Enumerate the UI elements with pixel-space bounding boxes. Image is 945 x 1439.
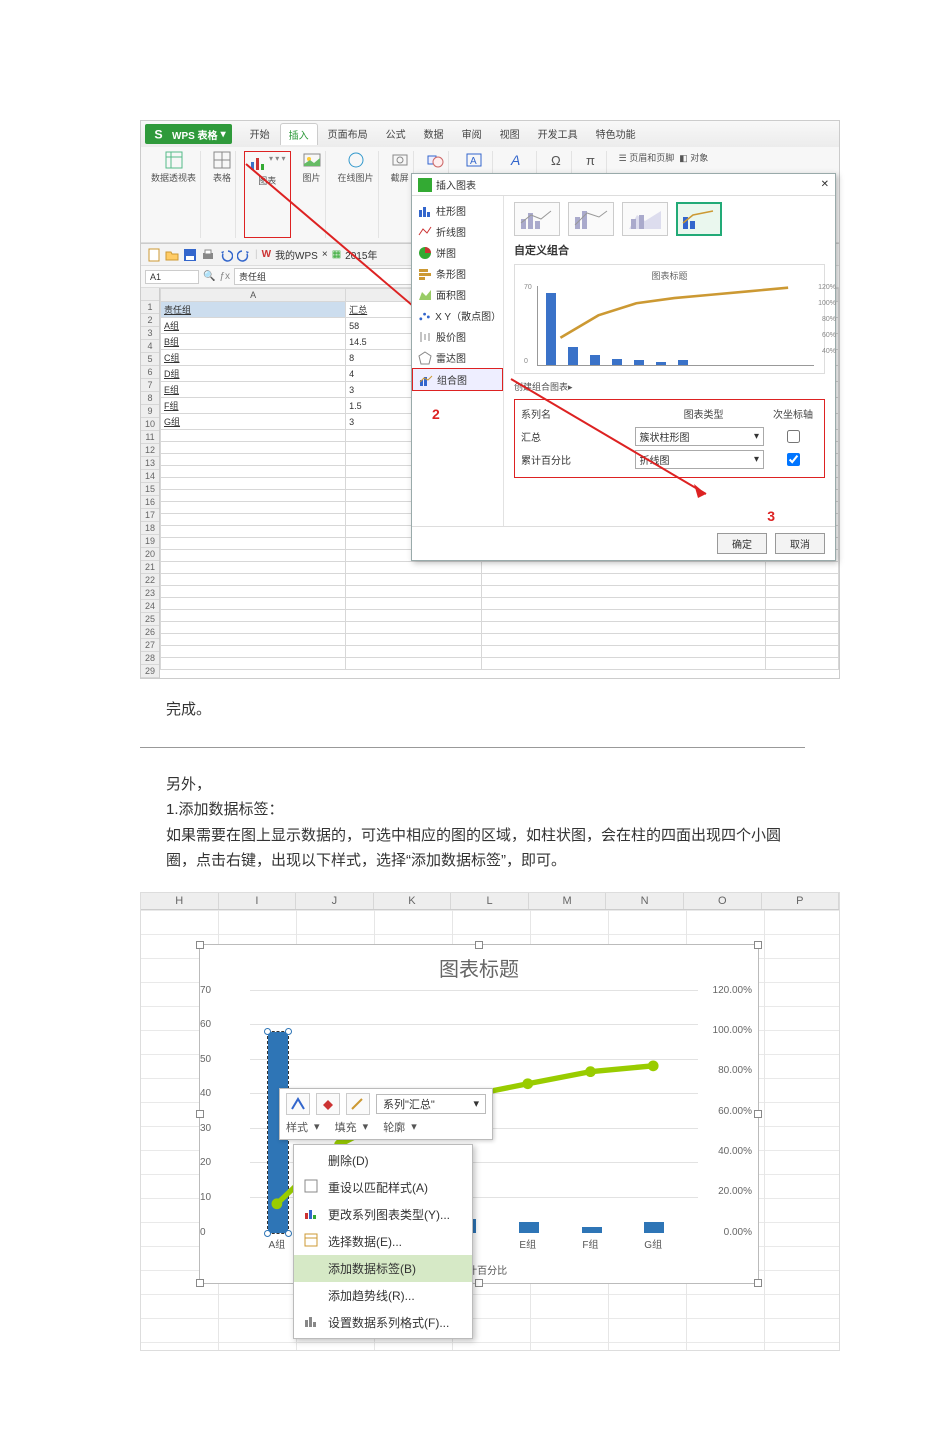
context-menu: 删除(D) 重设以匹配样式(A) 更改系列图表类型(Y)... 选择数据(E).…: [293, 1144, 473, 1339]
group-chart[interactable]: ▾ ▾ ▾ 图表: [244, 151, 291, 238]
annotation-2: 2: [432, 406, 440, 422]
series-select[interactable]: 系列"汇总"▾: [376, 1094, 486, 1114]
series2-type-select[interactable]: 折线图▾: [635, 450, 764, 469]
text-p1: 另外，: [166, 772, 805, 798]
ct-bar[interactable]: 条形图: [412, 263, 503, 284]
tab-special[interactable]: 特色功能: [588, 123, 644, 145]
ribbon-tabs: 开始 插入 页面布局 公式 数据 审阅 视图 开发工具 特色功能: [236, 123, 650, 145]
screenshot-wps-ribbon: S WPS 表格 ▾ 开始 插入 页面布局 公式 数据 审阅 视图 开发工具 特…: [140, 120, 840, 679]
chart-preview: 图表标题 120% 100% 80% 60% 40: [514, 264, 825, 374]
tab-layout[interactable]: 页面布局: [320, 123, 376, 145]
ct-scatter[interactable]: X Y（散点图）: [412, 305, 503, 326]
dialog-icon: [418, 178, 432, 192]
cfg-row-1: 汇总 簇状柱形图▾: [521, 425, 818, 448]
doc-tab-1[interactable]: 我的WPS: [275, 247, 318, 262]
annotation-3: 3: [767, 508, 775, 524]
fx-icon[interactable]: ƒx: [219, 271, 230, 282]
ok-button[interactable]: 确定: [717, 533, 767, 554]
tab-review[interactable]: 审阅: [454, 123, 490, 145]
outline-button[interactable]: [346, 1093, 370, 1115]
app-badge: S WPS 表格 ▾: [145, 124, 232, 144]
ct-stock[interactable]: 股价图: [412, 326, 503, 347]
svg-text:π: π: [586, 153, 595, 168]
redo-icon[interactable]: [237, 248, 251, 262]
group-pivot[interactable]: 数据透视表: [147, 151, 201, 238]
tab-formula[interactable]: 公式: [378, 123, 414, 145]
save-icon[interactable]: [183, 248, 197, 262]
group-screenshot[interactable]: 截屏: [387, 151, 414, 238]
ct-area[interactable]: 面积图: [412, 284, 503, 305]
group-table[interactable]: 表格: [209, 151, 236, 238]
fill-button[interactable]: [316, 1093, 340, 1115]
dialog-title: 插入图表: [436, 177, 476, 192]
ct-line[interactable]: 折线图: [412, 221, 503, 242]
ctx-change-type[interactable]: 更改系列图表类型(Y)...: [294, 1201, 472, 1228]
svg-text:A: A: [470, 156, 477, 167]
ctx-add-trendline[interactable]: 添加趋势线(R)...: [294, 1282, 472, 1309]
ct-combo[interactable]: 组合图: [412, 368, 503, 391]
search-icon[interactable]: 🔍: [203, 271, 215, 282]
series2-secondary-checkbox[interactable]: [787, 453, 800, 466]
series1-secondary-checkbox[interactable]: [787, 430, 800, 443]
ctx-add-data-label[interactable]: 添加数据标签(B): [294, 1255, 472, 1282]
separator: [140, 747, 805, 748]
bar-chart-icon: [249, 154, 267, 172]
group-online-pic[interactable]: 在线图片: [334, 151, 379, 238]
row-headers: 1234567891011121314151617181920212223242…: [141, 288, 160, 678]
y-axis-secondary: 0.00% 20.00% 40.00% 60.00% 80.00% 100.00…: [700, 991, 758, 1233]
svg-text:A: A: [510, 152, 520, 168]
doc-tab-2[interactable]: 2015年: [345, 247, 377, 262]
tab-data[interactable]: 数据: [416, 123, 452, 145]
chart-subtype-row: [514, 202, 825, 236]
ctx-reset[interactable]: 重设以匹配样式(A): [294, 1174, 472, 1201]
ct-pie[interactable]: 饼图: [412, 242, 503, 263]
ctx-select-data[interactable]: 选择数据(E)...: [294, 1228, 472, 1255]
subtype-2[interactable]: [568, 202, 614, 236]
text-done: 完成。: [166, 697, 805, 723]
tab-insert[interactable]: 插入: [280, 123, 318, 145]
ct-column[interactable]: 柱形图: [412, 200, 503, 221]
text-p2: 1.添加数据标签：: [166, 797, 805, 823]
mini-toolbar: 系列"汇总"▾ 样式▾ 填充▾ 轮廓▾: [279, 1088, 493, 1140]
chart-type-list: 柱形图 折线图 饼图 条形图 面积图 X Y（散点图） 股价图 雷达图 组合图: [412, 196, 504, 526]
close-icon[interactable]: ✕: [821, 179, 829, 190]
tab-dev[interactable]: 开发工具: [530, 123, 586, 145]
svg-text:Ω: Ω: [551, 153, 561, 168]
print-icon[interactable]: [201, 248, 215, 262]
tab-home[interactable]: 开始: [242, 123, 278, 145]
subtype-3[interactable]: [622, 202, 668, 236]
subtype-custom[interactable]: [676, 202, 722, 236]
y-axis-primary: 0 10 20 30 40 50 60 70: [200, 991, 248, 1233]
ct-radar[interactable]: 雷达图: [412, 347, 503, 368]
subtype-1[interactable]: [514, 202, 560, 236]
cancel-button[interactable]: 取消: [775, 533, 825, 554]
subtype-title: 自定义组合: [514, 242, 825, 258]
tab-view[interactable]: 视图: [492, 123, 528, 145]
style-button[interactable]: [286, 1093, 310, 1115]
chart-title[interactable]: 图表标题: [200, 945, 758, 984]
ctx-format-series[interactable]: 设置数据系列格式(F)...: [294, 1309, 472, 1336]
text-p3: 如果需要在图上显示数据的，可选中相应的图的区域，如柱状图，会在柱的四面出现四个小…: [166, 823, 805, 874]
series1-type-select[interactable]: 簇状柱形图▾: [635, 427, 764, 446]
chart-legend: ▪ 累计百分比: [200, 1262, 758, 1277]
group-picture[interactable]: 图片: [299, 151, 326, 238]
insert-chart-dialog: 插入图表 ✕ 柱形图 折线图 饼图 条形图 面积图 X Y（散点图） 股价图 雷…: [411, 173, 836, 561]
name-box[interactable]: A1: [145, 270, 199, 284]
svg-text:S: S: [154, 128, 162, 142]
open-icon[interactable]: [165, 248, 179, 262]
undo-icon[interactable]: [219, 248, 233, 262]
screenshot-chart-context: HIJKLMNOP 图表标题 0 10 20 30 40 50 60 70 0.…: [140, 892, 840, 1351]
ctx-delete[interactable]: 删除(D): [294, 1147, 472, 1174]
cfg-row-2: 累计百分比 折线图▾: [521, 448, 818, 471]
new-icon[interactable]: [147, 248, 161, 262]
column-headers: HIJKLMNOP: [141, 893, 839, 910]
